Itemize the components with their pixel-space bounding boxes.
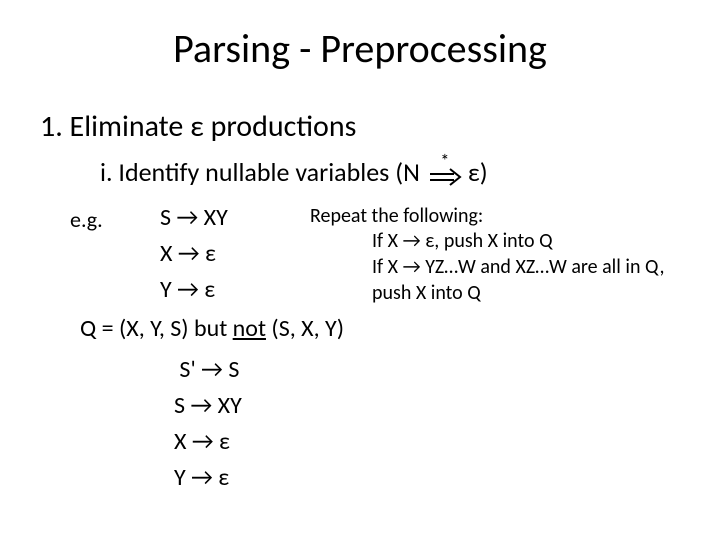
productions-block-1: S → XY X → ε Y → ε (160, 200, 228, 308)
repeat-line-3: push X into Q (372, 280, 664, 306)
slide-title: Parsing - Preprocessing (0, 24, 720, 73)
prod-x-eps: X → ε (160, 236, 228, 272)
prod-sprime-s: S' → S (174, 352, 242, 388)
identify-prefix: i. Identify nullable variables (N (100, 156, 420, 188)
prod-s-xy-2: S → XY (174, 388, 242, 424)
double-arrow-icon (428, 160, 462, 195)
qline-not: not (233, 314, 266, 343)
repeat-body: If X → ε, push X into Q If X → YZ…W and … (372, 228, 664, 306)
repeat-line-2: If X → YZ…W and XZ…W are all in Q, (372, 254, 664, 280)
qline-post: (S, X, Y) (266, 314, 344, 343)
qline-pre: Q = (X, Y, S) but (80, 314, 233, 343)
example-label: e.g. (70, 206, 103, 233)
substep-identify: i. Identify nullable variables (N * ε) (100, 154, 488, 188)
queue-line: Q = (X, Y, S) but not (S, X, Y) (80, 314, 344, 343)
step-1-heading: 1. Eliminate ε productions (40, 108, 356, 145)
prod-x-eps-2: X → ε (174, 424, 242, 460)
slide: Parsing - Preprocessing 1. Eliminate ε p… (0, 0, 720, 540)
repeat-line-1: If X → ε, push X into Q (372, 228, 664, 254)
prod-y-eps-2: Y → ε (174, 460, 242, 496)
repeat-heading: Repeat the following: (310, 204, 483, 228)
productions-block-2: S' → S S → XY X → ε Y → ε (174, 352, 242, 496)
derives-arrow: * (428, 154, 462, 188)
prod-y-eps: Y → ε (160, 272, 228, 308)
prod-s-xy: S → XY (160, 200, 228, 236)
identify-suffix: ε) (468, 156, 488, 188)
